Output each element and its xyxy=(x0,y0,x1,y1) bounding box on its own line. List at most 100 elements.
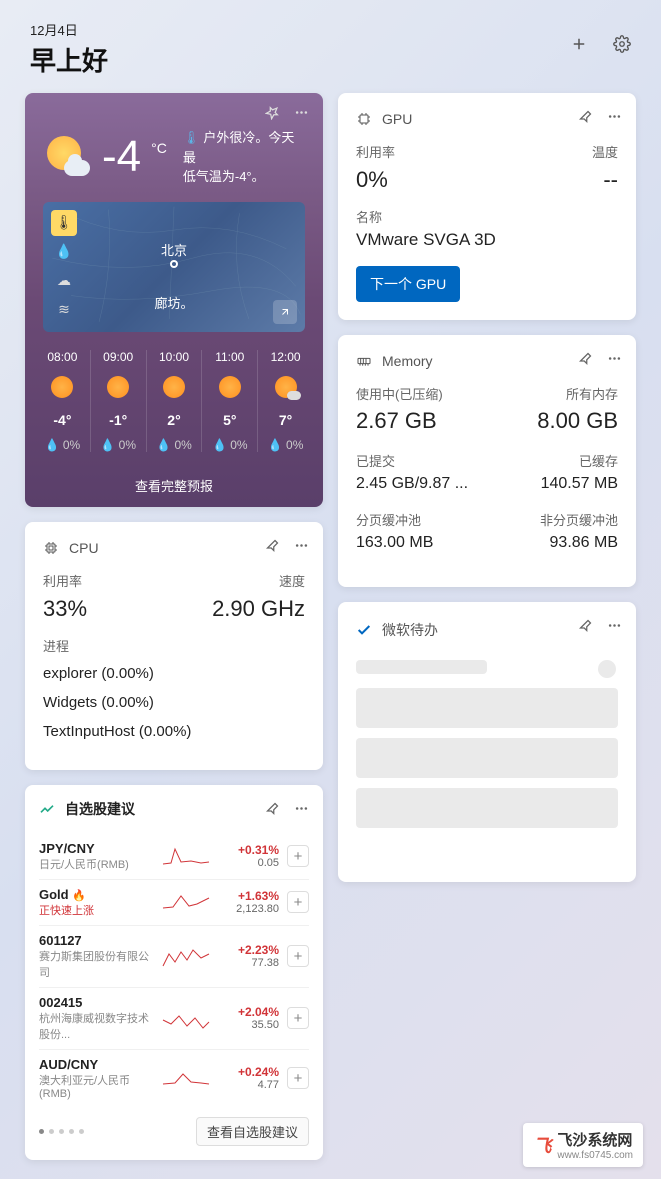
cpu-speed: 2.90 GHz xyxy=(212,596,305,622)
pin-icon[interactable] xyxy=(578,618,593,633)
next-gpu-button[interactable]: 下一个 GPU xyxy=(356,266,460,302)
todo-icon xyxy=(356,622,372,638)
stock-row[interactable]: JPY/CNY 日元/人民币(RMB) +0.31% 0.05 + xyxy=(39,834,309,880)
map-expand-icon[interactable] xyxy=(273,300,297,324)
trending-icon: 🔥 xyxy=(72,890,86,902)
stock-sparkline xyxy=(161,944,211,968)
mem-cached: 140.57 MB xyxy=(541,475,618,493)
forecast-hour[interactable]: 12:00 7° 💧 0% xyxy=(258,350,313,452)
weather-card[interactable]: -4 °C 🌡户外很冷。今天最低气温为-4°。 🌡 💧 ☁ ≋ 北京 廊坊。 0… xyxy=(25,93,323,507)
add-stock-button[interactable]: + xyxy=(287,845,309,867)
forecast-hour[interactable]: 09:00 -1° 💧 0% xyxy=(91,350,147,452)
add-stock-button[interactable]: + xyxy=(287,1007,309,1029)
forecast-temp: 7° xyxy=(258,412,313,428)
forecast-hour[interactable]: 08:00 -4° 💧 0% xyxy=(35,350,91,452)
stock-symbol: 002415 xyxy=(39,995,153,1010)
forecast-time: 10:00 xyxy=(147,350,202,364)
mem-total: 8.00 GB xyxy=(537,408,618,434)
more-icon[interactable] xyxy=(294,538,309,553)
forecast-condition-icon xyxy=(51,376,73,398)
gpu-name-label: 名称 xyxy=(356,207,618,226)
skeleton-line xyxy=(356,660,487,674)
stock-price: 35.50 xyxy=(219,1019,279,1031)
pin-icon[interactable] xyxy=(578,351,593,366)
settings-icon[interactable] xyxy=(613,35,631,53)
gpu-utilization: 0% xyxy=(356,167,388,193)
watermark-text: 飞沙系统网 xyxy=(557,1129,633,1150)
stock-symbol: 601127 xyxy=(39,933,153,948)
cpu-icon xyxy=(43,540,59,556)
memory-title: Memory xyxy=(382,353,433,369)
stock-symbol: Gold 🔥 xyxy=(39,887,153,902)
stock-change: +2.23% xyxy=(219,943,279,957)
gpu-util-label: 利用率 xyxy=(356,142,395,161)
mem-nonpaged: 93.86 MB xyxy=(550,534,618,552)
stock-subtitle: 日元/人民币(RMB) xyxy=(39,856,153,872)
view-full-forecast-link[interactable]: 查看完整预报 xyxy=(25,464,323,507)
stock-row[interactable]: Gold 🔥 正快速上涨 +1.63% 2,123.80 + xyxy=(39,880,309,926)
stock-subtitle: 杭州海康威视数字技术股份... xyxy=(39,1010,153,1042)
stocks-title: 自选股建议 xyxy=(65,799,135,819)
more-icon[interactable] xyxy=(294,801,309,816)
mem-commit-label: 已提交 xyxy=(356,451,395,470)
stock-sparkline xyxy=(161,844,211,868)
more-icon[interactable] xyxy=(607,618,622,633)
current-temp: -4 xyxy=(102,132,141,182)
forecast-condition-icon xyxy=(107,376,129,398)
hourly-forecast: 08:00 -4° 💧 0% 09:00 -1° 💧 0% 10:00 2° 💧… xyxy=(25,332,323,464)
stock-change: +0.24% xyxy=(219,1065,279,1079)
todo-title: 微软待办 xyxy=(382,620,438,640)
forecast-condition-icon xyxy=(163,376,185,398)
pin-icon[interactable] xyxy=(265,801,280,816)
map-tab-wind[interactable]: ≋ xyxy=(51,297,77,323)
temp-unit: °C xyxy=(151,140,167,156)
forecast-precip: 💧 0% xyxy=(91,438,146,452)
mem-nonpaged-label: 非分页缓冲池 xyxy=(540,510,618,529)
process-item: TextInputHost (0.00%) xyxy=(43,723,305,740)
stock-price: 2,123.80 xyxy=(219,903,279,915)
forecast-hour[interactable]: 10:00 2° 💧 0% xyxy=(147,350,203,452)
pin-icon[interactable] xyxy=(265,105,280,120)
gpu-temperature: -- xyxy=(603,167,618,193)
add-widget-icon[interactable] xyxy=(570,35,588,53)
add-stock-button[interactable]: + xyxy=(287,891,309,913)
mem-paged-label: 分页缓冲池 xyxy=(356,510,421,529)
pin-icon[interactable] xyxy=(265,538,280,553)
cpu-card: CPU 利用率 速度 33% 2.90 GHz 进程 explorer (0.0… xyxy=(25,522,323,770)
skeleton-block xyxy=(356,738,618,778)
stock-price: 4.77 xyxy=(219,1079,279,1091)
pin-icon[interactable] xyxy=(578,109,593,124)
stock-price: 0.05 xyxy=(219,857,279,869)
stock-row[interactable]: AUD/CNY 澳大利亚元/人民币(RMB) +0.24% 4.77 + xyxy=(39,1050,309,1107)
forecast-precip: 💧 0% xyxy=(35,438,90,452)
todo-card: 微软待办 xyxy=(338,602,636,882)
add-stock-button[interactable]: + xyxy=(287,1067,309,1089)
forecast-time: 08:00 xyxy=(35,350,90,364)
more-icon[interactable] xyxy=(607,351,622,366)
stock-sparkline xyxy=(161,1006,211,1030)
cpu-utilization: 33% xyxy=(43,596,87,622)
more-icon[interactable] xyxy=(294,105,309,120)
skeleton-circle xyxy=(598,660,616,678)
weather-map[interactable]: 🌡 💧 ☁ ≋ 北京 廊坊。 xyxy=(43,202,305,332)
skeleton-block xyxy=(356,788,618,828)
map-tab-cloud[interactable]: ☁ xyxy=(51,268,77,294)
forecast-time: 09:00 xyxy=(91,350,146,364)
stock-row[interactable]: 601127 赛力斯集团股份有限公司 +2.23% 77.38 + xyxy=(39,926,309,988)
forecast-hour[interactable]: 11:00 5° 💧 0% xyxy=(202,350,258,452)
more-icon[interactable] xyxy=(607,109,622,124)
map-tab-temp[interactable]: 🌡 xyxy=(51,210,77,236)
stock-row[interactable]: 002415 杭州海康威视数字技术股份... +2.04% 35.50 + xyxy=(39,988,309,1050)
mem-total-label: 所有内存 xyxy=(566,384,618,403)
map-tab-rain[interactable]: 💧 xyxy=(51,239,77,265)
gpu-temp-label: 温度 xyxy=(592,142,618,161)
gpu-title: GPU xyxy=(382,111,412,127)
stocks-card: 自选股建议 JPY/CNY 日元/人民币(RMB) +0.31% 0.05 + … xyxy=(25,785,323,1160)
add-stock-button[interactable]: + xyxy=(287,945,309,967)
pagination-dots[interactable] xyxy=(39,1129,84,1134)
thermometer-icon: 🌡 xyxy=(183,130,200,145)
view-watchlist-button[interactable]: 查看自选股建议 xyxy=(196,1117,309,1146)
stock-change: +2.04% xyxy=(219,1005,279,1019)
stock-subtitle: 赛力斯集团股份有限公司 xyxy=(39,948,153,980)
map-city-beijing: 北京 xyxy=(161,240,187,259)
